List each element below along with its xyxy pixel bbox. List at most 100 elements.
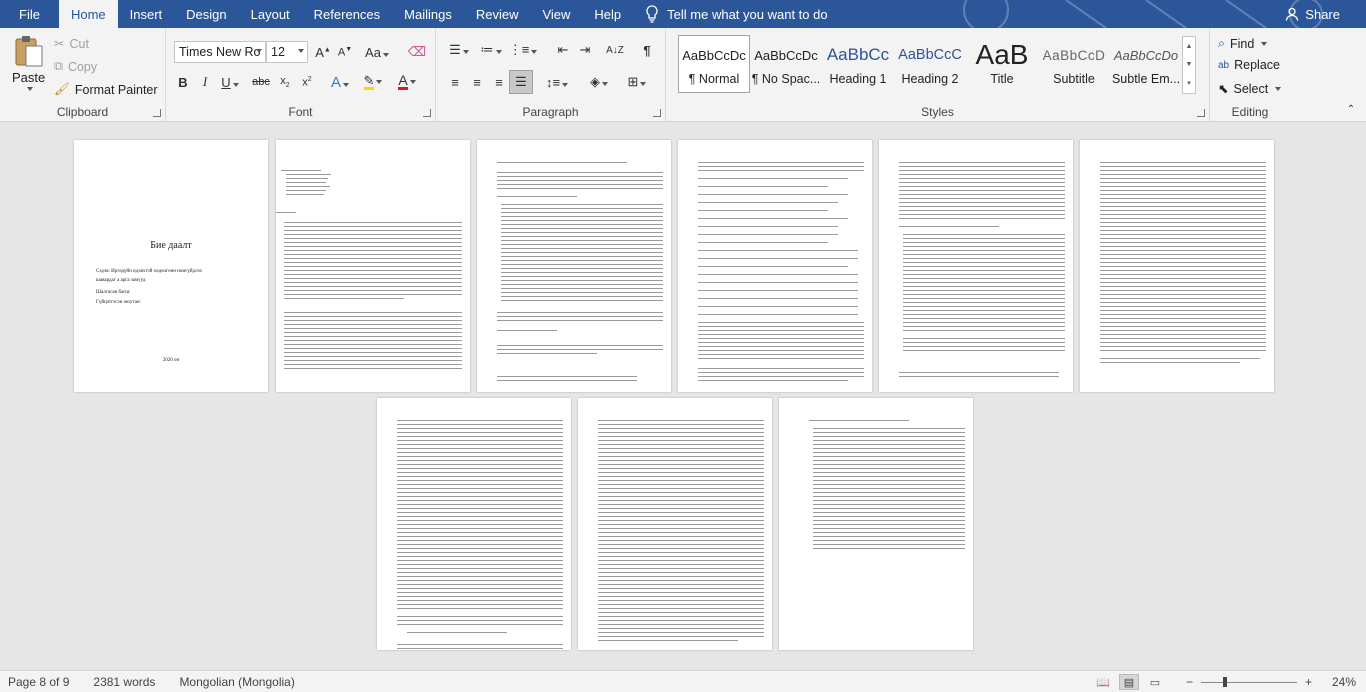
tab-layout[interactable]: Layout — [239, 0, 302, 28]
tab-insert[interactable]: Insert — [118, 0, 175, 28]
web-layout-icon[interactable]: ▭ — [1146, 675, 1164, 689]
text-line — [598, 468, 764, 469]
tab-design[interactable]: Design — [174, 0, 238, 28]
copy-button[interactable]: ⧉ Copy — [54, 59, 97, 74]
tab-view[interactable]: View — [530, 0, 582, 28]
share-button[interactable]: Share — [1285, 0, 1340, 28]
shading-button[interactable]: ◈ — [584, 71, 614, 93]
text-effects-button[interactable]: A — [326, 71, 354, 93]
page-3[interactable] — [477, 140, 671, 392]
numbering-button[interactable]: ≔ — [476, 39, 506, 61]
grow-font-button[interactable]: A▲ — [312, 41, 334, 63]
font-name-combo[interactable]: Times New Ro — [174, 41, 266, 63]
find-button[interactable]: ⌕ Find — [1218, 36, 1268, 51]
tab-review[interactable]: Review — [464, 0, 531, 28]
sort-button[interactable]: A↓Z — [602, 39, 628, 61]
line-spacing-button[interactable]: ↕≡ — [542, 71, 572, 93]
align-center-button[interactable]: ≡ — [466, 71, 488, 93]
replace-button[interactable]: ab Replace — [1218, 58, 1280, 72]
zoom-out-icon[interactable]: − — [1186, 675, 1193, 689]
text-line — [598, 620, 764, 621]
page-6[interactable] — [1080, 140, 1274, 392]
read-mode-icon[interactable]: 📖 — [1094, 675, 1112, 689]
style-heading-2[interactable]: AaBbCcC Heading 2 — [894, 35, 966, 93]
zoom-in-icon[interactable]: + — [1305, 675, 1312, 689]
bold-button[interactable]: B — [172, 71, 194, 93]
align-right-button[interactable]: ≡ — [488, 71, 510, 93]
paragraph-group: ☰ ≔ ⋮≡ ⇤ ⇥ A↓Z ¶ ≡ ≡ ≡ ☰ ↕≡ ◈ ⊞ Paragrap… — [436, 28, 666, 122]
change-case-button[interactable]: Aa — [362, 41, 392, 63]
page-7[interactable] — [377, 398, 571, 650]
scroll-up-icon[interactable]: ▲ — [1186, 43, 1193, 50]
text-line — [598, 616, 764, 617]
format-painter-button[interactable]: 🖌 Format Painter — [54, 82, 158, 97]
text-line — [284, 294, 462, 295]
print-layout-icon[interactable]: ▤ — [1118, 674, 1139, 690]
justify-button[interactable]: ☰ — [509, 70, 533, 94]
text-line — [284, 262, 462, 263]
tab-mailings[interactable]: Mailings — [392, 0, 464, 28]
subscript-button[interactable]: x2 — [274, 71, 296, 93]
text-line — [903, 266, 1065, 267]
strikethrough-button[interactable]: abc — [250, 71, 272, 93]
borders-button[interactable]: ⊞ — [622, 71, 652, 93]
page-9[interactable] — [779, 398, 973, 650]
tell-me-box[interactable]: Tell me what you want to do — [645, 0, 828, 28]
styles-launcher-icon[interactable] — [1197, 109, 1205, 117]
paragraph-launcher-icon[interactable] — [653, 109, 661, 117]
gallery-more-icon[interactable]: ▾ — [1187, 79, 1191, 87]
font-group-label: Font — [288, 105, 313, 119]
style-normal[interactable]: AaBbCcDc ¶ Normal — [678, 35, 750, 93]
decrease-indent-button[interactable]: ⇤ — [552, 39, 574, 61]
font-color-button[interactable]: A — [392, 71, 422, 93]
style-subtitle[interactable]: AaBbCcD Subtitle — [1038, 35, 1110, 93]
clear-formatting-button[interactable]: ⌫ — [406, 41, 428, 63]
multilevel-list-button[interactable]: ⋮≡ — [508, 39, 538, 61]
font-launcher-icon[interactable] — [423, 109, 431, 117]
show-formatting-button[interactable]: ¶ — [636, 39, 658, 61]
select-button[interactable]: ⬉ Select — [1218, 81, 1282, 96]
page-indicator[interactable]: Page 8 of 9 — [8, 675, 69, 689]
highlight-button[interactable]: ✎ — [358, 71, 388, 93]
text-line — [397, 572, 563, 573]
italic-button[interactable]: I — [194, 71, 216, 93]
language-indicator[interactable]: Mongolian (Mongolia) — [179, 675, 294, 689]
font-size-combo[interactable]: 12 — [266, 41, 308, 63]
page-4[interactable] — [678, 140, 872, 392]
page-5[interactable] — [879, 140, 1073, 392]
tab-file[interactable]: File — [0, 0, 59, 28]
underline-button[interactable]: U — [216, 71, 244, 93]
paste-button[interactable]: Paste — [12, 34, 45, 91]
tab-help[interactable]: Help — [582, 0, 633, 28]
zoom-level[interactable]: 24% — [1332, 675, 1356, 689]
scroll-down-icon[interactable]: ▼ — [1186, 61, 1193, 68]
page-1[interactable]: Бие даалт Сэдэв: Ирээдүйн идэвхтэй хөдөл… — [74, 140, 268, 392]
styles-gallery-scroll[interactable]: ▲ ▼ ▾ — [1182, 36, 1196, 94]
shrink-font-button[interactable]: A▼ — [334, 41, 356, 63]
page-8[interactable] — [578, 398, 772, 650]
tab-references[interactable]: References — [302, 0, 392, 28]
align-left-button[interactable]: ≡ — [444, 71, 466, 93]
bullets-button[interactable]: ☰ — [444, 39, 474, 61]
text-line — [497, 320, 663, 321]
style-subtle-emphasis[interactable]: AaBbCcDo Subtle Em... — [1110, 35, 1182, 93]
text-line — [698, 234, 838, 235]
tab-home[interactable]: Home — [58, 0, 118, 28]
line-spacing-icon: ↕≡ — [546, 75, 569, 90]
text-line — [698, 226, 838, 227]
increase-indent-button[interactable]: ⇥ — [574, 39, 596, 61]
style-heading-1[interactable]: AaBbCc Heading 1 — [822, 35, 894, 93]
superscript-button[interactable]: x2 — [296, 71, 318, 93]
text-line — [598, 480, 764, 481]
document-canvas[interactable]: Бие даалт Сэдэв: Ирээдүйн идэвхтэй хөдөл… — [0, 122, 1366, 670]
zoom-slider[interactable] — [1200, 676, 1297, 687]
word-count[interactable]: 2381 words — [93, 675, 155, 689]
collapse-ribbon-button[interactable]: ⌃ — [1340, 98, 1362, 120]
clipboard-launcher-icon[interactable] — [153, 109, 161, 117]
zoom-slider-thumb[interactable] — [1222, 676, 1227, 687]
style-title[interactable]: AaB Title — [966, 35, 1038, 93]
text-line — [598, 548, 764, 549]
cut-button[interactable]: ✂ Cut — [54, 36, 89, 52]
style-no-spacing[interactable]: AaBbCcDc ¶ No Spac... — [750, 35, 822, 93]
page-2[interactable] — [276, 140, 470, 392]
